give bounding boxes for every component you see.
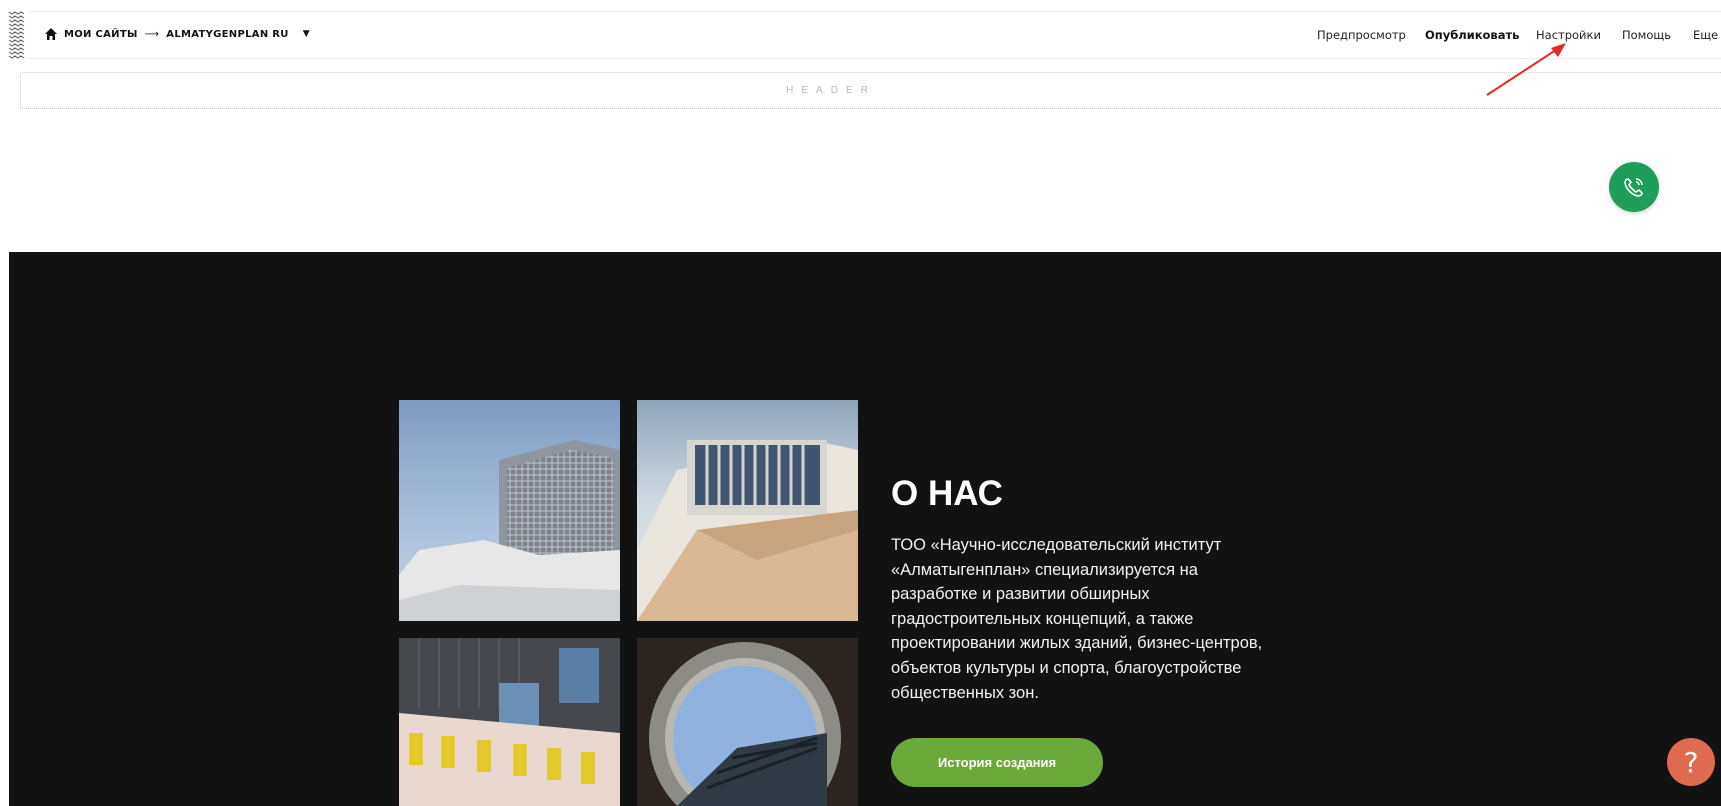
zigzag-edge-icon bbox=[8, 11, 25, 59]
breadcrumb-site-name[interactable]: almatygenplan ru bbox=[166, 29, 288, 40]
about-photo-yellow-windows bbox=[399, 638, 620, 806]
about-section bbox=[9, 252, 1721, 806]
annotation-arrow-icon bbox=[1486, 43, 1566, 96]
call-button[interactable] bbox=[1609, 162, 1659, 212]
about-title: О НАС bbox=[891, 474, 1003, 513]
breadcrumb-my-sites[interactable]: мои сайты bbox=[64, 29, 138, 40]
home-icon[interactable] bbox=[44, 27, 58, 41]
editor-topbar: мои сайты ⟶ almatygenplan ru ▼ Предпросм… bbox=[28, 11, 1721, 59]
help-question-icon[interactable]: ? bbox=[1667, 738, 1715, 786]
about-description: ТОО «Научно-исследовательский институт «… bbox=[891, 536, 1263, 702]
breadcrumb: мои сайты ⟶ almatygenplan ru ▼ bbox=[44, 27, 310, 41]
about-photo-round-window bbox=[637, 638, 858, 806]
preview-link[interactable]: Предпросмотр bbox=[1317, 28, 1406, 42]
more-link[interactable]: Еще bbox=[1693, 28, 1718, 42]
chevron-down-icon[interactable]: ▼ bbox=[303, 29, 310, 39]
history-button[interactable]: История создания bbox=[891, 738, 1103, 787]
about-photo-perforated-facade bbox=[399, 400, 620, 621]
header-block-label: HEADER bbox=[786, 85, 876, 96]
header-block-placeholder[interactable]: HEADER bbox=[20, 72, 1721, 109]
help-link[interactable]: Помощь bbox=[1622, 28, 1671, 42]
phone-icon bbox=[1624, 178, 1643, 197]
about-photo-white-building bbox=[637, 400, 858, 621]
breadcrumb-arrow-icon: ⟶ bbox=[144, 28, 160, 40]
